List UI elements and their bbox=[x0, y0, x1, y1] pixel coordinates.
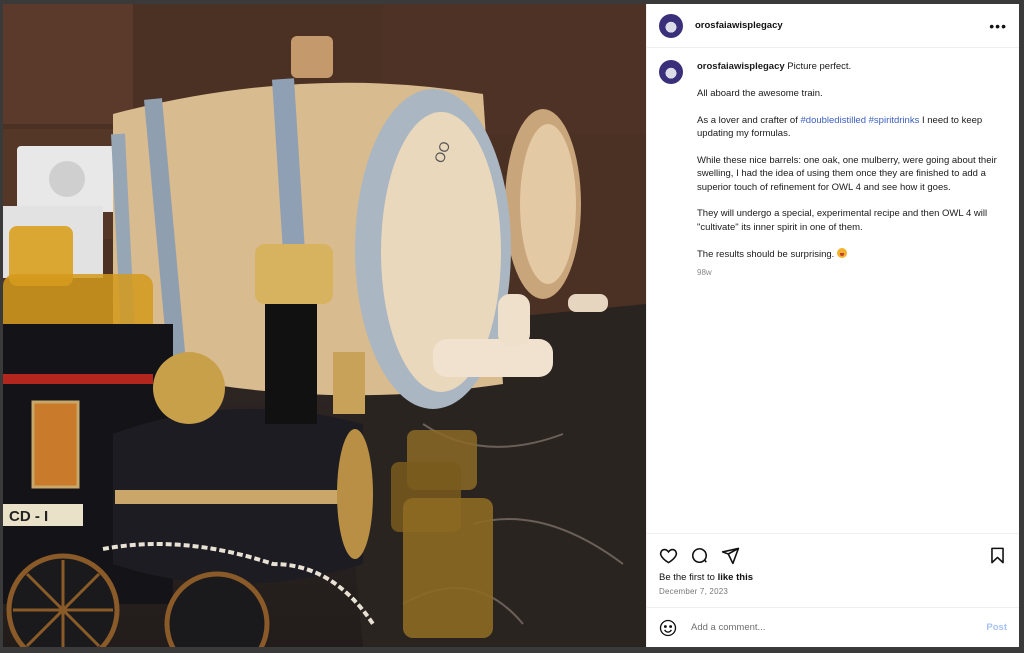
comments-area: orosfaiawisplegacy Picture perfect. All … bbox=[647, 48, 1019, 533]
astonished-face-icon bbox=[836, 247, 847, 258]
caption-body: orosfaiawisplegacy Picture perfect. All … bbox=[697, 60, 1007, 280]
post-modal: OO CD - I orosfaiawisplegacy ••• orosfai… bbox=[3, 4, 1019, 647]
caption-p6-text: The results should be surprising. bbox=[697, 248, 835, 260]
photo-illustration: OO CD - I bbox=[3, 4, 646, 647]
post-actions: Be the first to like this December 7, 20… bbox=[647, 533, 1019, 607]
likes-text: Be the first to like this bbox=[659, 572, 1007, 583]
caption-avatar[interactable] bbox=[659, 60, 683, 84]
svg-text:CD - I: CD - I bbox=[9, 508, 48, 525]
smiley-icon[interactable] bbox=[659, 619, 677, 637]
caption-paragraph-5: They will undergo a special, experimenta… bbox=[697, 208, 988, 233]
post-comment-button[interactable]: Post bbox=[986, 622, 1007, 633]
hashtag-doubledistilled[interactable]: #doubledistilled bbox=[801, 115, 867, 126]
caption-p3-before: As a lover and crafter of bbox=[697, 114, 801, 126]
post-side-panel: orosfaiawisplegacy ••• orosfaiawisplegac… bbox=[646, 4, 1019, 647]
comment-icon[interactable] bbox=[690, 546, 709, 565]
caption-first-line: orosfaiawisplegacy Picture perfect. bbox=[697, 60, 1007, 73]
post-header: orosfaiawisplegacy ••• bbox=[647, 4, 1019, 48]
heart-icon[interactable] bbox=[659, 546, 678, 565]
caption-first-text: Picture perfect. bbox=[787, 61, 852, 72]
caption-paragraph-3: As a lover and crafter of #doubledistill… bbox=[697, 114, 1007, 141]
post-time-ago[interactable]: 98w bbox=[697, 266, 1007, 279]
comment-bar: Post bbox=[647, 607, 1019, 647]
caption-paragraph-4: While these nice barrels: one oak, one m… bbox=[697, 154, 997, 193]
bookmark-icon[interactable] bbox=[988, 546, 1007, 565]
caption-paragraph-2: All aboard the awesome train. bbox=[697, 87, 823, 99]
post-photo[interactable]: OO CD - I bbox=[3, 4, 646, 647]
hashtag-spiritdrinks[interactable]: #spiritdrinks bbox=[869, 115, 920, 126]
header-username[interactable]: orosfaiawisplegacy bbox=[695, 20, 783, 31]
share-icon[interactable] bbox=[721, 546, 740, 565]
like-this-link[interactable]: like this bbox=[718, 572, 753, 583]
post-date[interactable]: December 7, 2023 bbox=[659, 587, 1007, 596]
more-horizontal-icon[interactable]: ••• bbox=[989, 18, 1007, 34]
comment-input[interactable] bbox=[689, 621, 987, 634]
caption-paragraph-6: The results should be surprising. bbox=[697, 247, 1007, 261]
caption-username[interactable]: orosfaiawisplegacy bbox=[697, 61, 785, 72]
avatar[interactable] bbox=[659, 13, 683, 38]
caption: orosfaiawisplegacy Picture perfect. All … bbox=[659, 60, 1007, 280]
likes-prefix: Be the first to bbox=[659, 572, 718, 583]
action-icons bbox=[659, 544, 1007, 566]
